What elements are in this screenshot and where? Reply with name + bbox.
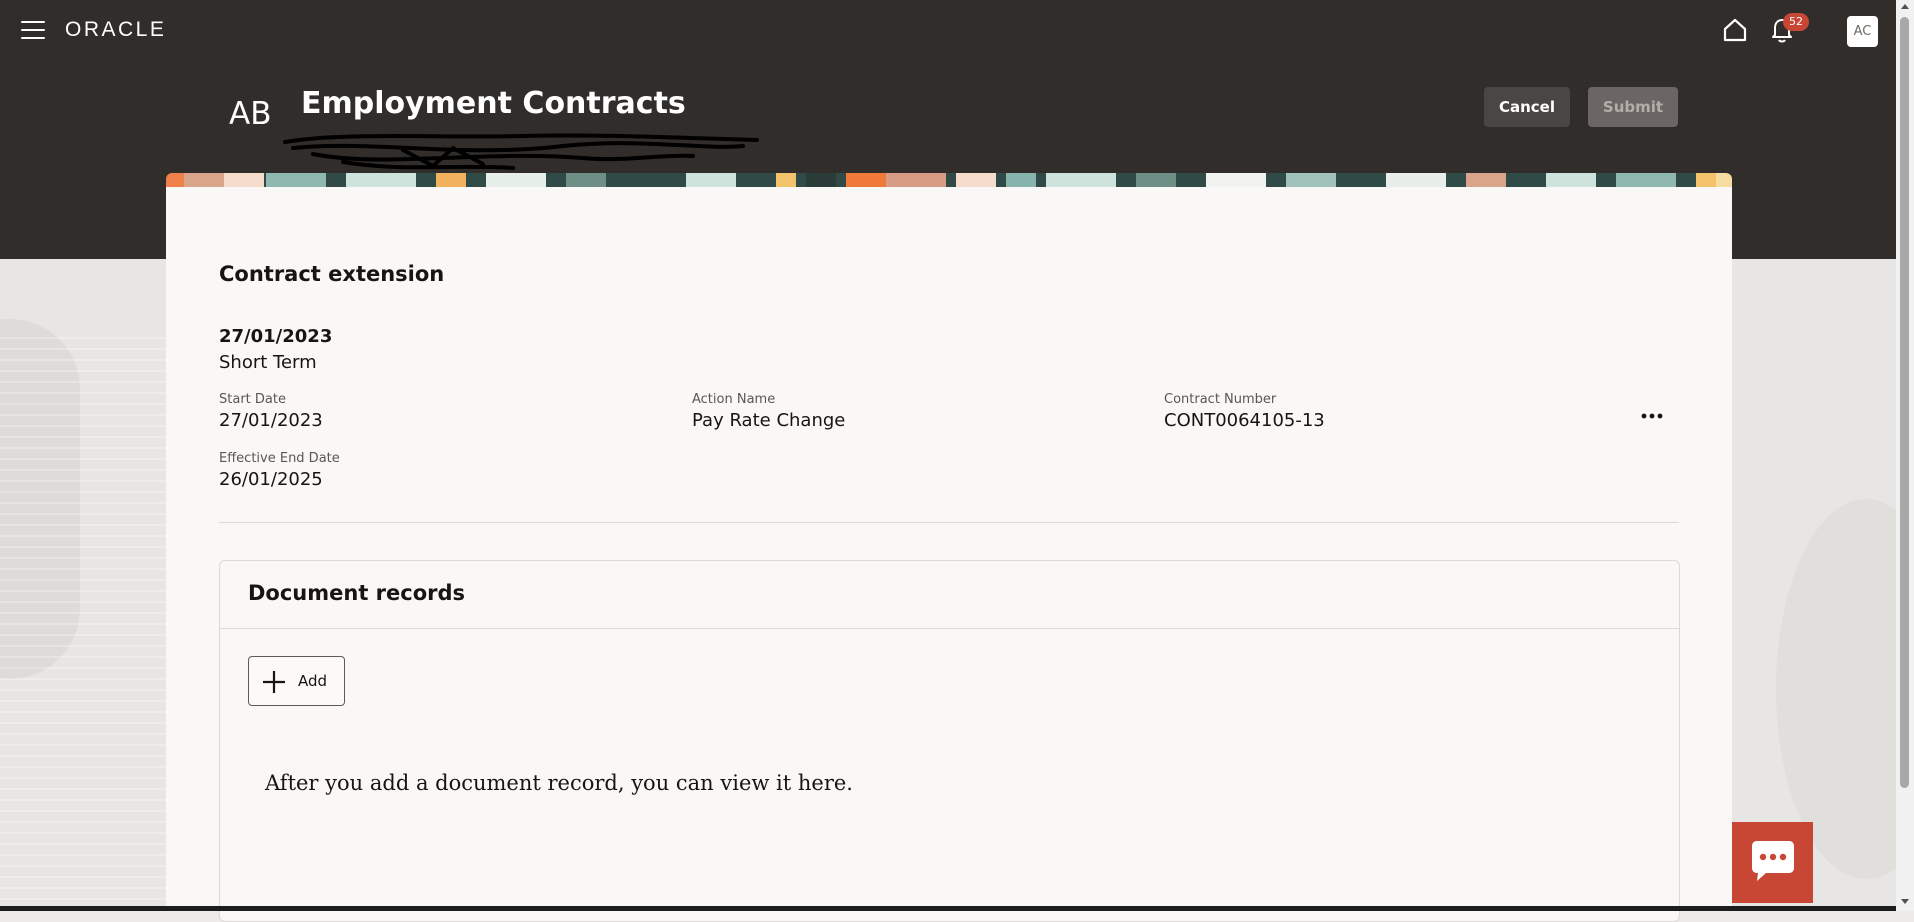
start-date-label: Start Date — [219, 392, 286, 407]
chat-button[interactable] — [1732, 822, 1813, 903]
start-date-value: 27/01/2023 — [219, 410, 323, 431]
person-initials: AB — [229, 96, 272, 132]
section-divider — [219, 522, 1679, 523]
home-icon[interactable] — [1721, 16, 1749, 44]
chat-icon — [1752, 841, 1794, 881]
add-document-button[interactable]: Add — [248, 656, 345, 706]
global-header: ORACLE 52 AC — [0, 0, 1896, 62]
effective-end-date-value: 26/01/2025 — [219, 469, 323, 490]
document-records-title: Document records — [248, 581, 466, 605]
action-name-value: Pay Rate Change — [692, 410, 846, 431]
decorative-banner — [166, 173, 1732, 187]
contract-number-label: Contract Number — [1164, 392, 1277, 407]
cancel-button[interactable]: Cancel — [1484, 87, 1570, 127]
more-icon[interactable] — [1636, 400, 1668, 432]
oracle-logo[interactable]: ORACLE — [65, 18, 166, 42]
action-name-label: Action Name — [692, 392, 776, 407]
vertical-scrollbar[interactable] — [1896, 0, 1914, 911]
background-stripes — [0, 329, 166, 909]
document-records-panel: Document records Add After you add a doc… — [219, 560, 1680, 922]
submit-button[interactable]: Submit — [1588, 87, 1678, 127]
redaction-scribble — [283, 133, 759, 170]
empty-state-message: After you add a document record, you can… — [265, 771, 853, 795]
scroll-down-arrow-icon[interactable] — [1901, 899, 1909, 904]
page-title: Employment Contracts — [301, 86, 686, 121]
scroll-thumb[interactable] — [1900, 17, 1909, 788]
notification-badge: 52 — [1783, 13, 1809, 31]
contract-type: Short Term — [219, 352, 317, 373]
section-title: Contract extension — [219, 262, 445, 286]
user-avatar[interactable]: AC — [1847, 16, 1878, 47]
hamburger-menu-icon[interactable] — [21, 21, 45, 41]
summary-date: 27/01/2023 — [219, 326, 333, 347]
plus-icon — [263, 671, 285, 693]
scroll-up-arrow-icon[interactable] — [1901, 4, 1909, 9]
effective-end-date-label: Effective End Date — [219, 451, 340, 466]
add-button-label: Add — [298, 672, 328, 690]
bottom-edge — [0, 906, 1896, 911]
panel-divider — [220, 628, 1679, 629]
contract-number-value: CONT0064105-13 — [1164, 410, 1325, 431]
